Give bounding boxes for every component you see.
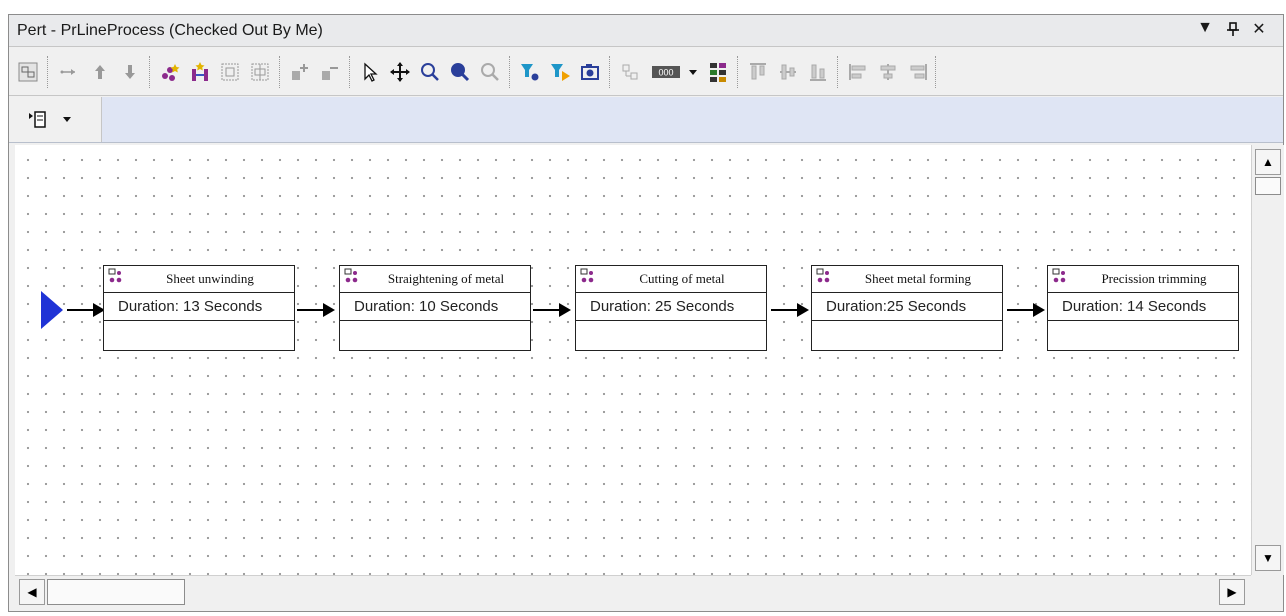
zoom-fit-icon[interactable] <box>447 58 473 86</box>
process-node[interactable]: Precission trimming Duration: 14 Seconds <box>1047 265 1239 351</box>
scroll-up-button[interactable]: ▲ <box>1255 149 1281 175</box>
new-node-icon[interactable] <box>157 58 183 86</box>
vertical-scrollbar[interactable]: ▲ ▼ <box>1251 145 1284 575</box>
frame-split-icon[interactable] <box>247 58 273 86</box>
connector-arrow <box>297 303 335 317</box>
pin-button[interactable] <box>1223 21 1243 40</box>
node-duration: Duration: 13 Seconds <box>104 293 294 321</box>
node-name: Straightening of metal <box>387 271 505 286</box>
node-name: Sheet metal forming <box>864 271 972 286</box>
diagram-canvas[interactable]: Sheet unwinding Duration: 13 Seconds Str… <box>15 145 1251 575</box>
title-bar: Pert - PrLineProcess (Checked Out By Me)… <box>9 15 1283 47</box>
activity-icon <box>816 268 830 283</box>
align-top-icon[interactable] <box>745 58 771 86</box>
activity-icon <box>344 268 358 283</box>
camera-icon[interactable] <box>577 58 603 86</box>
frame-icon[interactable] <box>217 58 243 86</box>
horizontal-scrollbar[interactable]: ◀ ▶ <box>15 575 1251 608</box>
add-attribute-icon[interactable] <box>287 58 313 86</box>
move-up-icon[interactable] <box>87 58 113 86</box>
vertical-scroll-thumb[interactable] <box>1255 177 1281 195</box>
zoom-reset-icon[interactable] <box>477 58 503 86</box>
align-middle-icon[interactable] <box>775 58 801 86</box>
node-duration: Duration: 25 Seconds <box>576 293 766 321</box>
filter-apply-icon[interactable] <box>547 58 573 86</box>
window-title: Pert - PrLineProcess (Checked Out By Me) <box>17 22 323 39</box>
connector-arrow <box>67 303 105 317</box>
node-header: Cutting of metal <box>576 266 766 293</box>
node-duration: Duration:25 Seconds <box>812 293 1002 321</box>
grid-icon[interactable] <box>705 58 731 86</box>
process-node[interactable]: Sheet metal forming Duration:25 Seconds <box>811 265 1003 351</box>
zoom-icon[interactable] <box>417 58 443 86</box>
secondary-toolbar <box>9 97 1283 143</box>
node-duration: Duration: 14 Seconds <box>1048 293 1238 321</box>
activity-icon <box>108 268 122 283</box>
node-header: Straightening of metal <box>340 266 530 293</box>
process-node[interactable]: Sheet unwinding Duration: 13 Seconds <box>103 265 295 351</box>
new-chain-icon[interactable] <box>187 58 213 86</box>
main-toolbar: 000 <box>9 48 1283 96</box>
pert-window: Pert - PrLineProcess (Checked Out By Me)… <box>8 14 1284 612</box>
view-menu-group <box>9 97 102 142</box>
scroll-right-button[interactable]: ▶ <box>1219 579 1245 605</box>
move-down-icon[interactable] <box>117 58 143 86</box>
align-right-icon[interactable] <box>905 58 931 86</box>
connector-arrow <box>1007 303 1045 317</box>
counter-icon[interactable]: 000 <box>649 58 683 86</box>
align-center-icon[interactable] <box>875 58 901 86</box>
chevron-down-icon[interactable] <box>59 105 75 133</box>
svg-text:000: 000 <box>658 68 673 78</box>
node-header: Precission trimming <box>1048 266 1238 293</box>
close-button[interactable]: ✕ <box>1249 19 1269 39</box>
view-menu-icon[interactable] <box>25 105 51 133</box>
connector-arrow <box>533 303 571 317</box>
scroll-down-button[interactable]: ▼ <box>1255 545 1281 571</box>
align-bottom-icon[interactable] <box>805 58 831 86</box>
activity-icon <box>580 268 594 283</box>
chevron-down-icon[interactable] <box>685 58 701 86</box>
filter-icon[interactable] <box>517 58 543 86</box>
scroll-left-button[interactable]: ◀ <box>19 579 45 605</box>
node-name: Precission trimming <box>1101 271 1207 286</box>
node-header: Sheet unwinding <box>104 266 294 293</box>
node-name: Cutting of metal <box>639 271 725 286</box>
select-pointer-icon[interactable] <box>357 58 383 86</box>
align-left-icon[interactable] <box>845 58 871 86</box>
activity-icon <box>1052 268 1066 283</box>
horizontal-scroll-thumb[interactable] <box>47 579 185 605</box>
node-name: Sheet unwinding <box>166 271 254 286</box>
process-node[interactable]: Straightening of metal Duration: 10 Seco… <box>339 265 531 351</box>
connector-arrow <box>771 303 809 317</box>
start-marker <box>41 291 63 329</box>
pin-icon <box>1227 22 1239 36</box>
pan-icon[interactable] <box>387 58 413 86</box>
process-node[interactable]: Cutting of metal Duration: 25 Seconds <box>575 265 767 351</box>
align-icon[interactable] <box>617 58 643 86</box>
window-menu-button[interactable]: ▼ <box>1195 19 1215 37</box>
layout-view-icon[interactable] <box>15 58 41 86</box>
link-icon[interactable] <box>55 58 81 86</box>
remove-attribute-icon[interactable] <box>317 58 343 86</box>
node-header: Sheet metal forming <box>812 266 1002 293</box>
node-duration: Duration: 10 Seconds <box>340 293 530 321</box>
scroll-corner <box>1251 575 1283 607</box>
